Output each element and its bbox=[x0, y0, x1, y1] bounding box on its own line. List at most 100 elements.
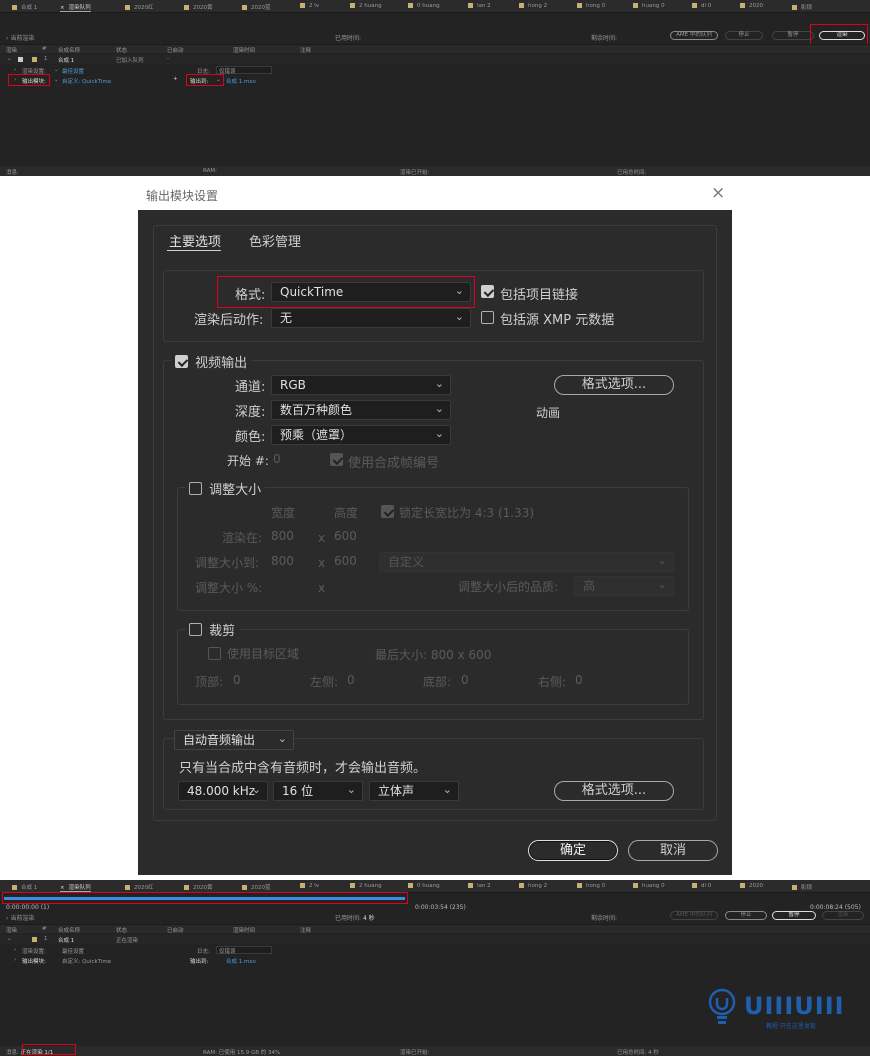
panel-tab[interactable]: 2020 bbox=[740, 883, 763, 889]
tab-main-options[interactable]: 主要选项 bbox=[169, 231, 221, 250]
col-started[interactable]: 已启动 bbox=[167, 46, 184, 54]
panel-tab[interactable]: 0 huang bbox=[408, 883, 440, 889]
label-color-icon[interactable] bbox=[32, 57, 37, 62]
col-status[interactable]: 状态 bbox=[116, 926, 127, 934]
sample-rate-select[interactable]: 48.000 kHz ⌄ bbox=[178, 781, 268, 801]
crop-bottom-value[interactable]: 0 bbox=[461, 673, 469, 687]
include-xmp-checkbox[interactable] bbox=[481, 311, 494, 324]
crop-right-value[interactable]: 0 bbox=[575, 673, 583, 687]
tab-color-management[interactable]: 色彩管理 bbox=[249, 231, 301, 250]
use-region-checkbox[interactable] bbox=[208, 647, 221, 660]
log-select[interactable]: 仅错误 bbox=[216, 66, 272, 75]
panel-tab[interactable]: 影锁 bbox=[792, 883, 812, 891]
col-comment[interactable]: 注释 bbox=[300, 926, 311, 934]
bit-depth-select[interactable]: 16 位 ⌄ bbox=[273, 781, 363, 801]
panel-tab[interactable]: 2020黄 bbox=[184, 3, 213, 11]
col-status[interactable]: 状态 bbox=[116, 46, 127, 54]
crop-checkbox[interactable] bbox=[189, 623, 202, 636]
output-module-value[interactable]: 自定义: QuickTime bbox=[62, 957, 111, 965]
col-render-time[interactable]: 渲染时间 bbox=[233, 926, 255, 934]
panel-tab[interactable]: hong 0 bbox=[577, 883, 605, 889]
col-comment[interactable]: 注释 bbox=[300, 46, 311, 54]
expand-icon[interactable]: ⌄ bbox=[7, 936, 12, 942]
col-render[interactable]: 渲染 bbox=[6, 926, 17, 934]
depth-select[interactable]: 数百万种颜色 ⌄ bbox=[271, 400, 451, 420]
chevron-right-icon[interactable]: › bbox=[14, 947, 16, 953]
col-index[interactable]: # bbox=[42, 46, 47, 52]
add-output-icon[interactable]: + bbox=[173, 76, 178, 82]
resize-to-height[interactable]: 600 bbox=[334, 554, 357, 568]
include-project-link-checkbox[interactable] bbox=[481, 285, 494, 298]
output-module-link[interactable]: 自定义: QuickTime bbox=[62, 77, 111, 85]
audio-format-options-button[interactable]: 格式选项... bbox=[554, 781, 674, 801]
panel-tab[interactable]: di 0 bbox=[692, 3, 711, 9]
panel-tab[interactable]: 2020蓝 bbox=[242, 3, 271, 11]
use-comp-frame-checkbox[interactable] bbox=[330, 453, 343, 466]
panel-tab[interactable]: 2 lv bbox=[300, 883, 319, 889]
audio-channels-select[interactable]: 立体声 ⌄ bbox=[369, 781, 459, 801]
ame-queue-button[interactable]: AME 中的队列 bbox=[670, 911, 718, 920]
panel-tab[interactable]: lan 2 bbox=[468, 883, 491, 889]
ame-queue-button[interactable]: AME 中的队列 bbox=[670, 31, 718, 40]
panel-tab[interactable]: 2 lv bbox=[300, 3, 319, 9]
render-settings-link[interactable]: 最佳设置 bbox=[62, 67, 84, 75]
video-output-checkbox[interactable] bbox=[175, 355, 188, 368]
panel-tab[interactable]: 合成 1 bbox=[12, 3, 37, 11]
label-color-icon[interactable] bbox=[32, 937, 37, 942]
panel-tab[interactable]: hong 2 bbox=[519, 883, 547, 889]
col-comp-name[interactable]: 合成名称 bbox=[58, 926, 80, 934]
lock-aspect-checkbox[interactable] bbox=[381, 505, 394, 518]
ok-button[interactable]: 确定 bbox=[528, 840, 618, 861]
panel-tab[interactable]: 2020蓝 bbox=[242, 883, 271, 891]
crop-top-value[interactable]: 0 bbox=[233, 673, 241, 687]
panel-tab[interactable]: lan 2 bbox=[468, 3, 491, 9]
cancel-button[interactable]: 取消 bbox=[628, 840, 718, 861]
stop-button[interactable]: 停止 bbox=[725, 31, 763, 40]
panel-tab[interactable]: × 渲染队列 bbox=[60, 3, 91, 12]
render-settings-value[interactable]: 最佳设置 bbox=[62, 947, 84, 955]
panel-tab[interactable]: 2 huang bbox=[350, 3, 382, 9]
color-select[interactable]: 预乘（遮罩） ⌄ bbox=[271, 425, 451, 445]
panel-tab[interactable]: huang 0 bbox=[633, 883, 665, 889]
render-button[interactable]: 渲染 bbox=[822, 911, 864, 920]
output-to-link[interactable]: 合成 1.mov bbox=[226, 957, 256, 965]
panel-tab[interactable]: 2020红 bbox=[125, 883, 154, 891]
col-index[interactable]: # bbox=[42, 926, 47, 932]
log-select[interactable]: 仅错误 bbox=[216, 946, 272, 955]
queue-item-row[interactable]: ⌄ 1 合成 1 已加入队列 - bbox=[0, 55, 870, 64]
start-frame-value[interactable]: 0 bbox=[273, 452, 281, 466]
current-render-label[interactable]: › 当前渲染 bbox=[6, 913, 34, 922]
col-comp-name[interactable]: 合成名称 bbox=[58, 46, 80, 54]
video-format-options-button[interactable]: 格式选项... bbox=[554, 375, 674, 395]
stop-button[interactable]: 停止 bbox=[725, 911, 767, 920]
panel-tab[interactable]: × 渲染队列 bbox=[60, 883, 91, 892]
panel-tab[interactable]: 0 huang bbox=[408, 3, 440, 9]
queue-item-row[interactable]: ⌄ 1 合成 1 正在渲染 bbox=[0, 935, 870, 944]
panel-tab[interactable]: huang 0 bbox=[633, 3, 665, 9]
panel-tab[interactable]: hong 0 bbox=[577, 3, 605, 9]
col-started[interactable]: 已启动 bbox=[167, 926, 184, 934]
resize-preset-select[interactable]: 自定义 ⌄ bbox=[379, 552, 674, 572]
output-to-link[interactable]: 合成 1.mov bbox=[226, 77, 256, 85]
panel-tab[interactable]: 合成 1 bbox=[12, 883, 37, 891]
col-render-time[interactable]: 渲染时间 bbox=[233, 46, 255, 54]
chevron-right-icon[interactable]: › bbox=[14, 67, 16, 73]
audio-output-mode-select[interactable]: 自动音频输出 ⌄ bbox=[174, 730, 294, 750]
crop-left-value[interactable]: 0 bbox=[347, 673, 355, 687]
channels-select[interactable]: RGB ⌄ bbox=[271, 375, 451, 395]
panel-tab[interactable]: 2 huang bbox=[350, 883, 382, 889]
panel-tab[interactable]: 2020 bbox=[740, 3, 763, 9]
post-render-select[interactable]: 无 ⌄ bbox=[271, 308, 471, 328]
panel-tab[interactable]: 影锁 bbox=[792, 3, 812, 11]
current-render-label[interactable]: › 当前渲染 bbox=[6, 33, 34, 42]
pause-button[interactable]: 暂停 bbox=[772, 31, 814, 40]
col-render[interactable]: 渲染 bbox=[6, 46, 17, 54]
dropdown-icon[interactable]: ⌄ bbox=[54, 77, 59, 83]
close-icon[interactable]: × bbox=[711, 183, 725, 203]
panel-tab[interactable]: 2020红 bbox=[125, 3, 154, 11]
panel-tab[interactable]: 2020黄 bbox=[184, 883, 213, 891]
expand-icon[interactable]: ⌄ bbox=[7, 56, 12, 62]
resize-checkbox[interactable] bbox=[189, 482, 202, 495]
resize-to-width[interactable]: 800 bbox=[271, 554, 294, 568]
chevron-right-icon[interactable]: › bbox=[14, 957, 16, 963]
